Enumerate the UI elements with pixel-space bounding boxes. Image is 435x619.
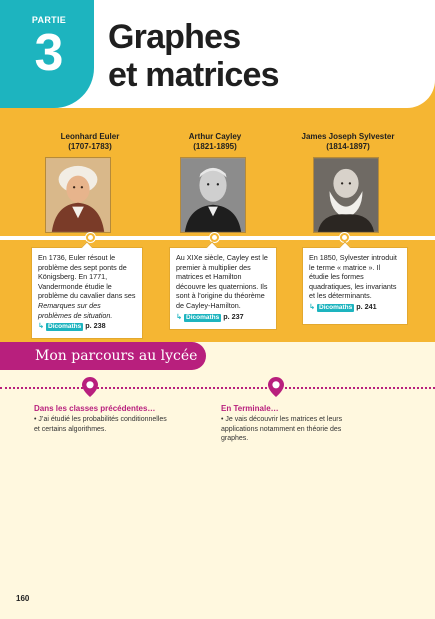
card-cayley: Au XIXe siècle, Cayley est le premier à …	[169, 241, 277, 330]
person-euler-label: Leonhard Euler (1707-1783)	[40, 132, 140, 152]
person-cayley-label: Arthur Cayley (1821-1895)	[165, 132, 265, 152]
portrait-sylvester-image	[314, 158, 378, 232]
timeline-dot-euler	[86, 233, 95, 242]
person-name: Arthur Cayley	[188, 132, 242, 141]
person-dates: (1821-1895)	[193, 142, 237, 151]
person-name: Leonhard Euler	[60, 132, 120, 141]
partie-tab: PARTIE 3	[0, 0, 94, 108]
card-reference: ↳ Dicomaths p. 238	[38, 321, 136, 332]
partie-number: 3	[34, 24, 64, 82]
card-text: Au XIXe siècle, Cayley est le premier à …	[176, 253, 268, 310]
card-reference: ↳ Dicomaths p. 241	[309, 302, 401, 312]
dicomaths-badge[interactable]: Dicomaths	[184, 313, 222, 322]
location-pin-icon	[82, 377, 98, 397]
portrait-euler-image	[46, 158, 110, 232]
dicomaths-badge[interactable]: Dicomaths	[46, 323, 84, 332]
page-number: 160	[16, 594, 30, 603]
location-pin-icon	[268, 377, 284, 397]
portrait-euler	[45, 157, 111, 233]
portrait-sylvester	[313, 157, 379, 233]
card-sylvester: En 1850, Sylvester introduit le terme « …	[302, 241, 408, 325]
title-line-1: Graphes	[108, 18, 241, 56]
terminale-heading: En Terminale…	[221, 404, 279, 413]
parcours-dotted-line	[0, 387, 435, 389]
parcours-title: Mon parcours au lycée	[35, 348, 198, 364]
title-card: PARTIE 3 Graphes et matrices	[0, 0, 435, 108]
person-name: James Joseph Sylvester	[301, 132, 395, 141]
terminale-text: • Je vais découvrir les matrices et leur…	[221, 416, 343, 442]
page: PARTIE 3 Graphes et matrices Leonhard Eu…	[0, 0, 435, 619]
page-reference: p. 237	[223, 311, 244, 321]
portrait-cayley-image	[181, 158, 245, 232]
chapter-title: Graphes et matrices	[108, 18, 428, 94]
card-text: En 1850, Sylvester introduit le terme « …	[309, 253, 397, 301]
dicomaths-badge[interactable]: Dicomaths	[317, 303, 355, 312]
previous-classes-heading: Dans les classes précédentes…	[34, 404, 156, 413]
arrow-icon: ↳	[38, 321, 45, 331]
arrow-icon: ↳	[176, 311, 183, 321]
title-line-2: et matrices	[108, 56, 280, 94]
arrow-icon: ↳	[309, 301, 316, 311]
page-reference: p. 241	[356, 301, 377, 311]
person-dates: (1707-1783)	[68, 142, 112, 151]
card-euler: En 1736, Euler résout le problème des se…	[31, 241, 143, 339]
page-reference: p. 238	[85, 321, 106, 331]
card-text-italic: Remarques sur des problèmes de situation…	[38, 300, 113, 320]
person-dates: (1814-1897)	[326, 142, 370, 151]
previous-classes-text: • J’ai étudié les probabilités condition…	[34, 416, 167, 433]
portrait-cayley	[180, 157, 246, 233]
parcours-section	[0, 342, 435, 619]
card-reference: ↳ Dicomaths p. 237	[176, 312, 270, 322]
card-text: En 1736, Euler résout le problème des se…	[38, 253, 136, 301]
person-sylvester-label: James Joseph Sylvester (1814-1897)	[293, 132, 403, 152]
